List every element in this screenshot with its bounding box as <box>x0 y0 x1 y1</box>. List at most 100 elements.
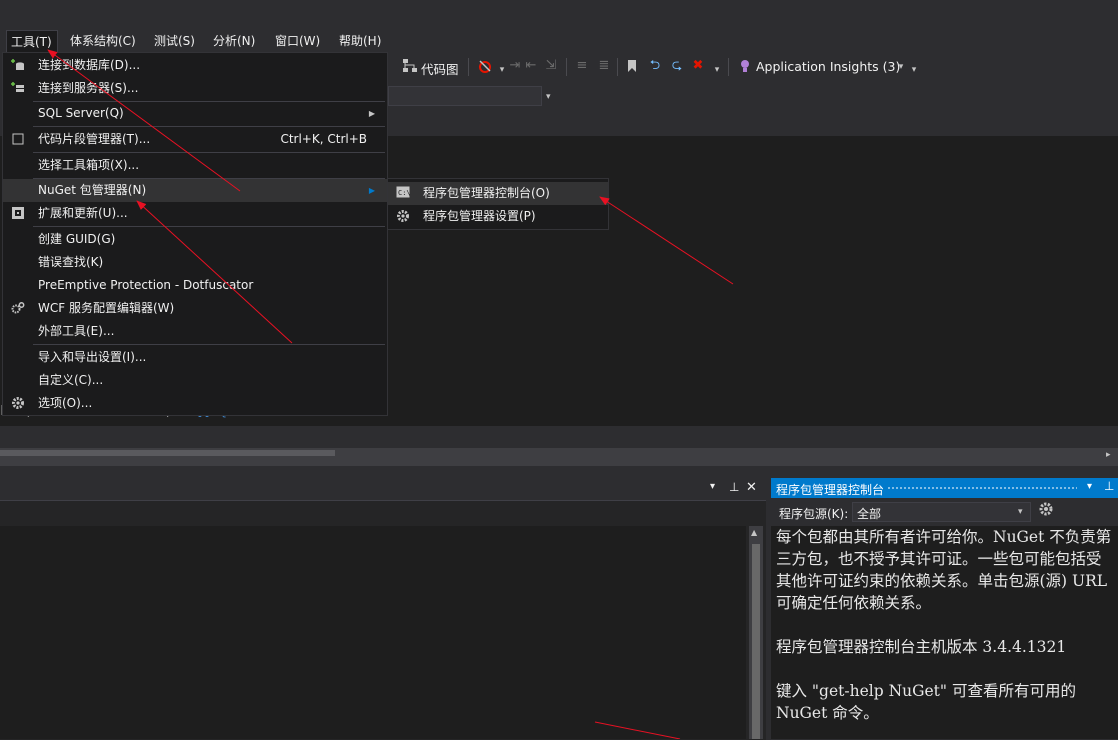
menu-item-dotfuscator[interactable]: PreEmptive Protection - Dotfuscator <box>3 274 387 297</box>
menu-separator <box>33 152 385 153</box>
scroll-up-icon[interactable]: ▲ <box>751 528 757 537</box>
menu-item-label: 扩展和更新(U)... <box>38 206 128 220</box>
horizontal-scrollbar-thumb[interactable] <box>0 450 335 456</box>
menu-item-label: 选择工具箱项(X)... <box>38 158 140 172</box>
step-over-icon[interactable]: ⇤ <box>523 58 539 74</box>
menu-item-label: 连接到数据库(D)... <box>38 58 141 72</box>
window-menu-icon[interactable]: ▾ <box>1087 481 1092 492</box>
toolbar-separator <box>617 58 618 76</box>
output-window-header: ▾ ⊥ ✕ <box>0 478 766 500</box>
menu-item-label: 选项(O)... <box>38 396 93 410</box>
menu-item-import-export[interactable]: 导入和导出设置(I)... <box>3 346 387 369</box>
header-grip <box>887 486 1077 491</box>
menu-item-external-tools[interactable]: 外部工具(E)... <box>3 320 387 343</box>
comment-icon[interactable]: ≡ <box>574 58 590 74</box>
package-source-label: 程序包源(K): <box>779 507 849 521</box>
window-menu-icon[interactable]: ▾ <box>710 481 715 492</box>
vertical-scrollbar-thumb[interactable] <box>752 544 760 739</box>
menu-item-label: 错误查找(K) <box>38 255 104 269</box>
breakpoint-icon[interactable] <box>477 58 493 74</box>
gear-icon <box>11 396 25 410</box>
tools-menu: 连接到数据库(D)... 连接到服务器(S)... SQL Server(Q) … <box>2 52 388 416</box>
chevron-down-icon: ▾ <box>1018 507 1023 517</box>
menu-separator <box>33 344 385 345</box>
menu-item-label: 创建 GUID(G) <box>38 232 116 246</box>
code-map-icon <box>402 58 418 74</box>
step-icon[interactable]: ⇥ <box>507 58 523 74</box>
menu-item-extensions[interactable]: 扩展和更新(U)... <box>3 202 387 225</box>
menu-item-customize[interactable]: 自定义(C)... <box>3 369 387 392</box>
menu-architecture[interactable]: 体系结构(C) <box>70 30 136 52</box>
output-window-content[interactable] <box>0 526 746 739</box>
dropdown-arrow-icon[interactable]: ▾ <box>709 62 725 78</box>
previous-bookmark-icon[interactable]: ⮌ <box>647 58 663 74</box>
submenu-arrow-icon: ▶ <box>368 186 375 195</box>
pin-icon[interactable]: ⊥ <box>729 480 739 494</box>
solution-config-combo[interactable] <box>388 86 542 106</box>
menu-test[interactable]: 测试(S) <box>154 30 195 52</box>
submenu-arrow-icon: ▶ <box>368 109 375 118</box>
extensions-icon <box>11 206 25 220</box>
overflow-icon[interactable]: ▾ <box>906 62 922 78</box>
menu-item-wcf-editor[interactable]: WCF 服务配置编辑器(W) <box>3 297 387 320</box>
menu-item-label: WCF 服务配置编辑器(W) <box>38 301 175 315</box>
title-bar <box>0 0 1118 30</box>
menu-item-nuget[interactable]: NuGet 包管理器(N) ▶ <box>3 179 387 202</box>
menu-item-label: SQL Server(Q) <box>38 106 124 120</box>
gears-icon <box>11 301 25 315</box>
code-map-button[interactable]: 代码图 <box>421 59 459 78</box>
menu-bar: 工具(T) 体系结构(C) 测试(S) 分析(N) 窗口(W) 帮助(H) <box>0 30 1118 52</box>
toolbar-separator <box>566 58 567 76</box>
package-source-select[interactable]: 全部 ▾ <box>852 502 1031 522</box>
pmc-title: 程序包管理器控制台 <box>776 483 885 497</box>
menu-item-package-manager-console[interactable]: C:\ 程序包管理器控制台(O) <box>388 182 608 205</box>
dropdown-arrow-icon[interactable]: ▾ <box>546 92 551 102</box>
close-icon[interactable]: ✕ <box>746 480 757 495</box>
menu-help[interactable]: 帮助(H) <box>339 30 381 52</box>
menu-item-sql-server[interactable]: SQL Server(Q) ▶ <box>3 102 387 125</box>
database-connect-icon <box>11 58 25 72</box>
application-insights-button[interactable]: Application Insights (3) <box>756 59 900 74</box>
svg-text:C:\: C:\ <box>398 189 410 197</box>
gear-icon <box>396 209 410 223</box>
next-bookmark-icon[interactable]: ⮎ <box>669 58 685 74</box>
menu-item-connect-database[interactable]: 连接到数据库(D)... <box>3 54 387 77</box>
pmc-header: 程序包管理器控制台 ▾ ⊥ <box>771 478 1118 498</box>
menu-item-label: 代码片段管理器(T)... <box>38 132 151 146</box>
lightbulb-icon <box>737 58 753 74</box>
menu-item-label: 外部工具(E)... <box>38 324 115 338</box>
menu-item-label: NuGet 包管理器(N) <box>38 183 147 197</box>
menu-item-label: 程序包管理器设置(P) <box>423 209 536 223</box>
menu-item-error-lookup[interactable]: 错误查找(K) <box>3 251 387 274</box>
menu-item-shortcut: Ctrl+K, Ctrl+B <box>280 132 367 146</box>
pmc-console-text: 每个包都由其所有者许可给你。NuGet 不负责第三方包，也不授予其许可证。一些包… <box>776 528 1112 722</box>
uncomment-icon[interactable]: ≣ <box>596 58 612 74</box>
menu-window[interactable]: 窗口(W) <box>275 30 320 52</box>
step-out-icon[interactable]: ⇲ <box>543 58 559 74</box>
pin-icon[interactable]: ⊥ <box>1104 479 1114 493</box>
menu-item-label: 导入和导出设置(I)... <box>38 350 147 364</box>
menu-item-package-manager-settings[interactable]: 程序包管理器设置(P) <box>388 205 608 228</box>
menu-item-connect-server[interactable]: 连接到服务器(S)... <box>3 77 387 100</box>
menu-item-snippets-manager[interactable]: 代码片段管理器(T)... Ctrl+K, Ctrl+B <box>3 128 387 151</box>
menu-separator <box>33 126 385 127</box>
bookmark-icon[interactable] <box>624 58 640 74</box>
menu-item-create-guid[interactable]: 创建 GUID(G) <box>3 228 387 251</box>
menu-item-label: 程序包管理器控制台(O) <box>423 186 550 200</box>
menu-separator <box>33 226 385 227</box>
package-source-value: 全部 <box>857 507 882 521</box>
pmc-toolbar: 程序包源(K): 全部 ▾ <box>771 498 1118 526</box>
checkbox-icon <box>11 132 25 146</box>
menu-item-label: 连接到服务器(S)... <box>38 81 139 95</box>
menu-analyze[interactable]: 分析(N) <box>213 30 255 52</box>
scroll-right-icon[interactable]: ▸ <box>1106 450 1111 460</box>
menu-tools[interactable]: 工具(T) <box>6 30 58 52</box>
menu-item-options[interactable]: 选项(O)... <box>3 392 387 415</box>
nuget-submenu: C:\ 程序包管理器控制台(O) 程序包管理器设置(P) <box>387 178 609 230</box>
menu-item-choose-toolbox[interactable]: 选择工具箱项(X)... <box>3 154 387 177</box>
clear-bookmarks-icon[interactable]: ✖ <box>690 58 706 74</box>
pmc-console[interactable]: 每个包都由其所有者许可给你。NuGet 不负责第三方包，也不授予其许可证。一些包… <box>771 526 1118 739</box>
gear-icon[interactable] <box>1038 501 1054 517</box>
toolbar-separator <box>728 58 729 76</box>
menu-item-label: 自定义(C)... <box>38 373 104 387</box>
